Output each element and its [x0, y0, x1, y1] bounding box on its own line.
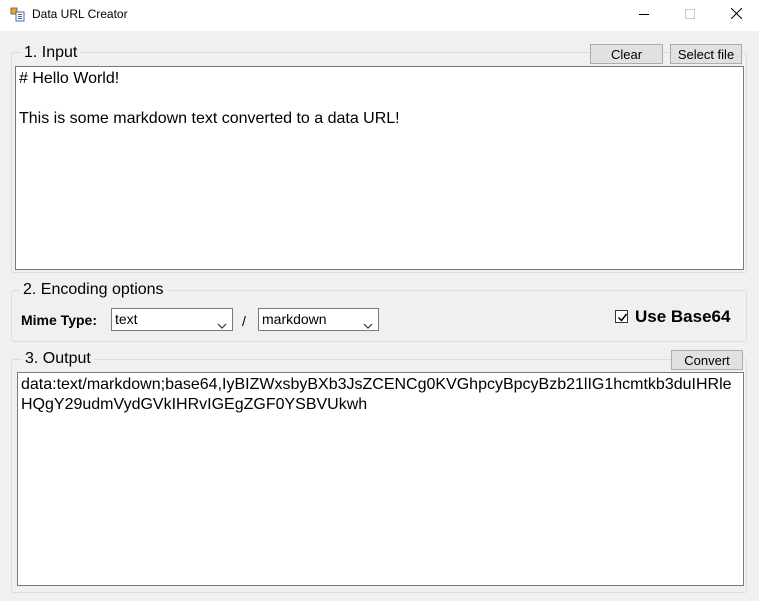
close-icon: [730, 6, 742, 24]
mime-separator: /: [242, 313, 246, 329]
client-area: 1. Input Clear Select file # Hello World…: [0, 31, 759, 601]
mime-main-value: text: [115, 311, 138, 327]
minimize-icon: [639, 6, 649, 24]
mime-sub-select[interactable]: markdown: [258, 308, 379, 331]
close-button[interactable]: [713, 0, 759, 30]
window-title: Data URL Creator: [32, 7, 128, 21]
app-icon: [10, 7, 26, 23]
title-bar: Data URL Creator: [0, 0, 759, 31]
maximize-button[interactable]: [667, 0, 713, 30]
input-textarea[interactable]: # Hello World! This is some markdown tex…: [15, 66, 744, 270]
use-base64-label[interactable]: Use Base64: [635, 307, 730, 327]
output-group-title: 3. Output: [22, 350, 94, 368]
input-group-title: 1. Input: [21, 44, 81, 62]
select-file-button[interactable]: Select file: [670, 44, 742, 64]
convert-button[interactable]: Convert: [671, 350, 743, 370]
chevron-down-icon: [363, 315, 373, 336]
clear-button[interactable]: Clear: [590, 44, 663, 64]
mime-sub-value: markdown: [262, 311, 327, 327]
output-textarea[interactable]: data:text/markdown;base64,IyBIZWxsbyBXb3…: [17, 372, 744, 586]
mime-main-select[interactable]: text: [111, 308, 233, 331]
chevron-down-icon: [217, 315, 227, 336]
use-base64-checkbox[interactable]: [615, 310, 628, 323]
maximize-icon: [685, 6, 695, 24]
encoding-group-title: 2. Encoding options: [20, 281, 167, 299]
mime-type-label: Mime Type:: [21, 312, 97, 328]
minimize-button[interactable]: [621, 0, 667, 30]
